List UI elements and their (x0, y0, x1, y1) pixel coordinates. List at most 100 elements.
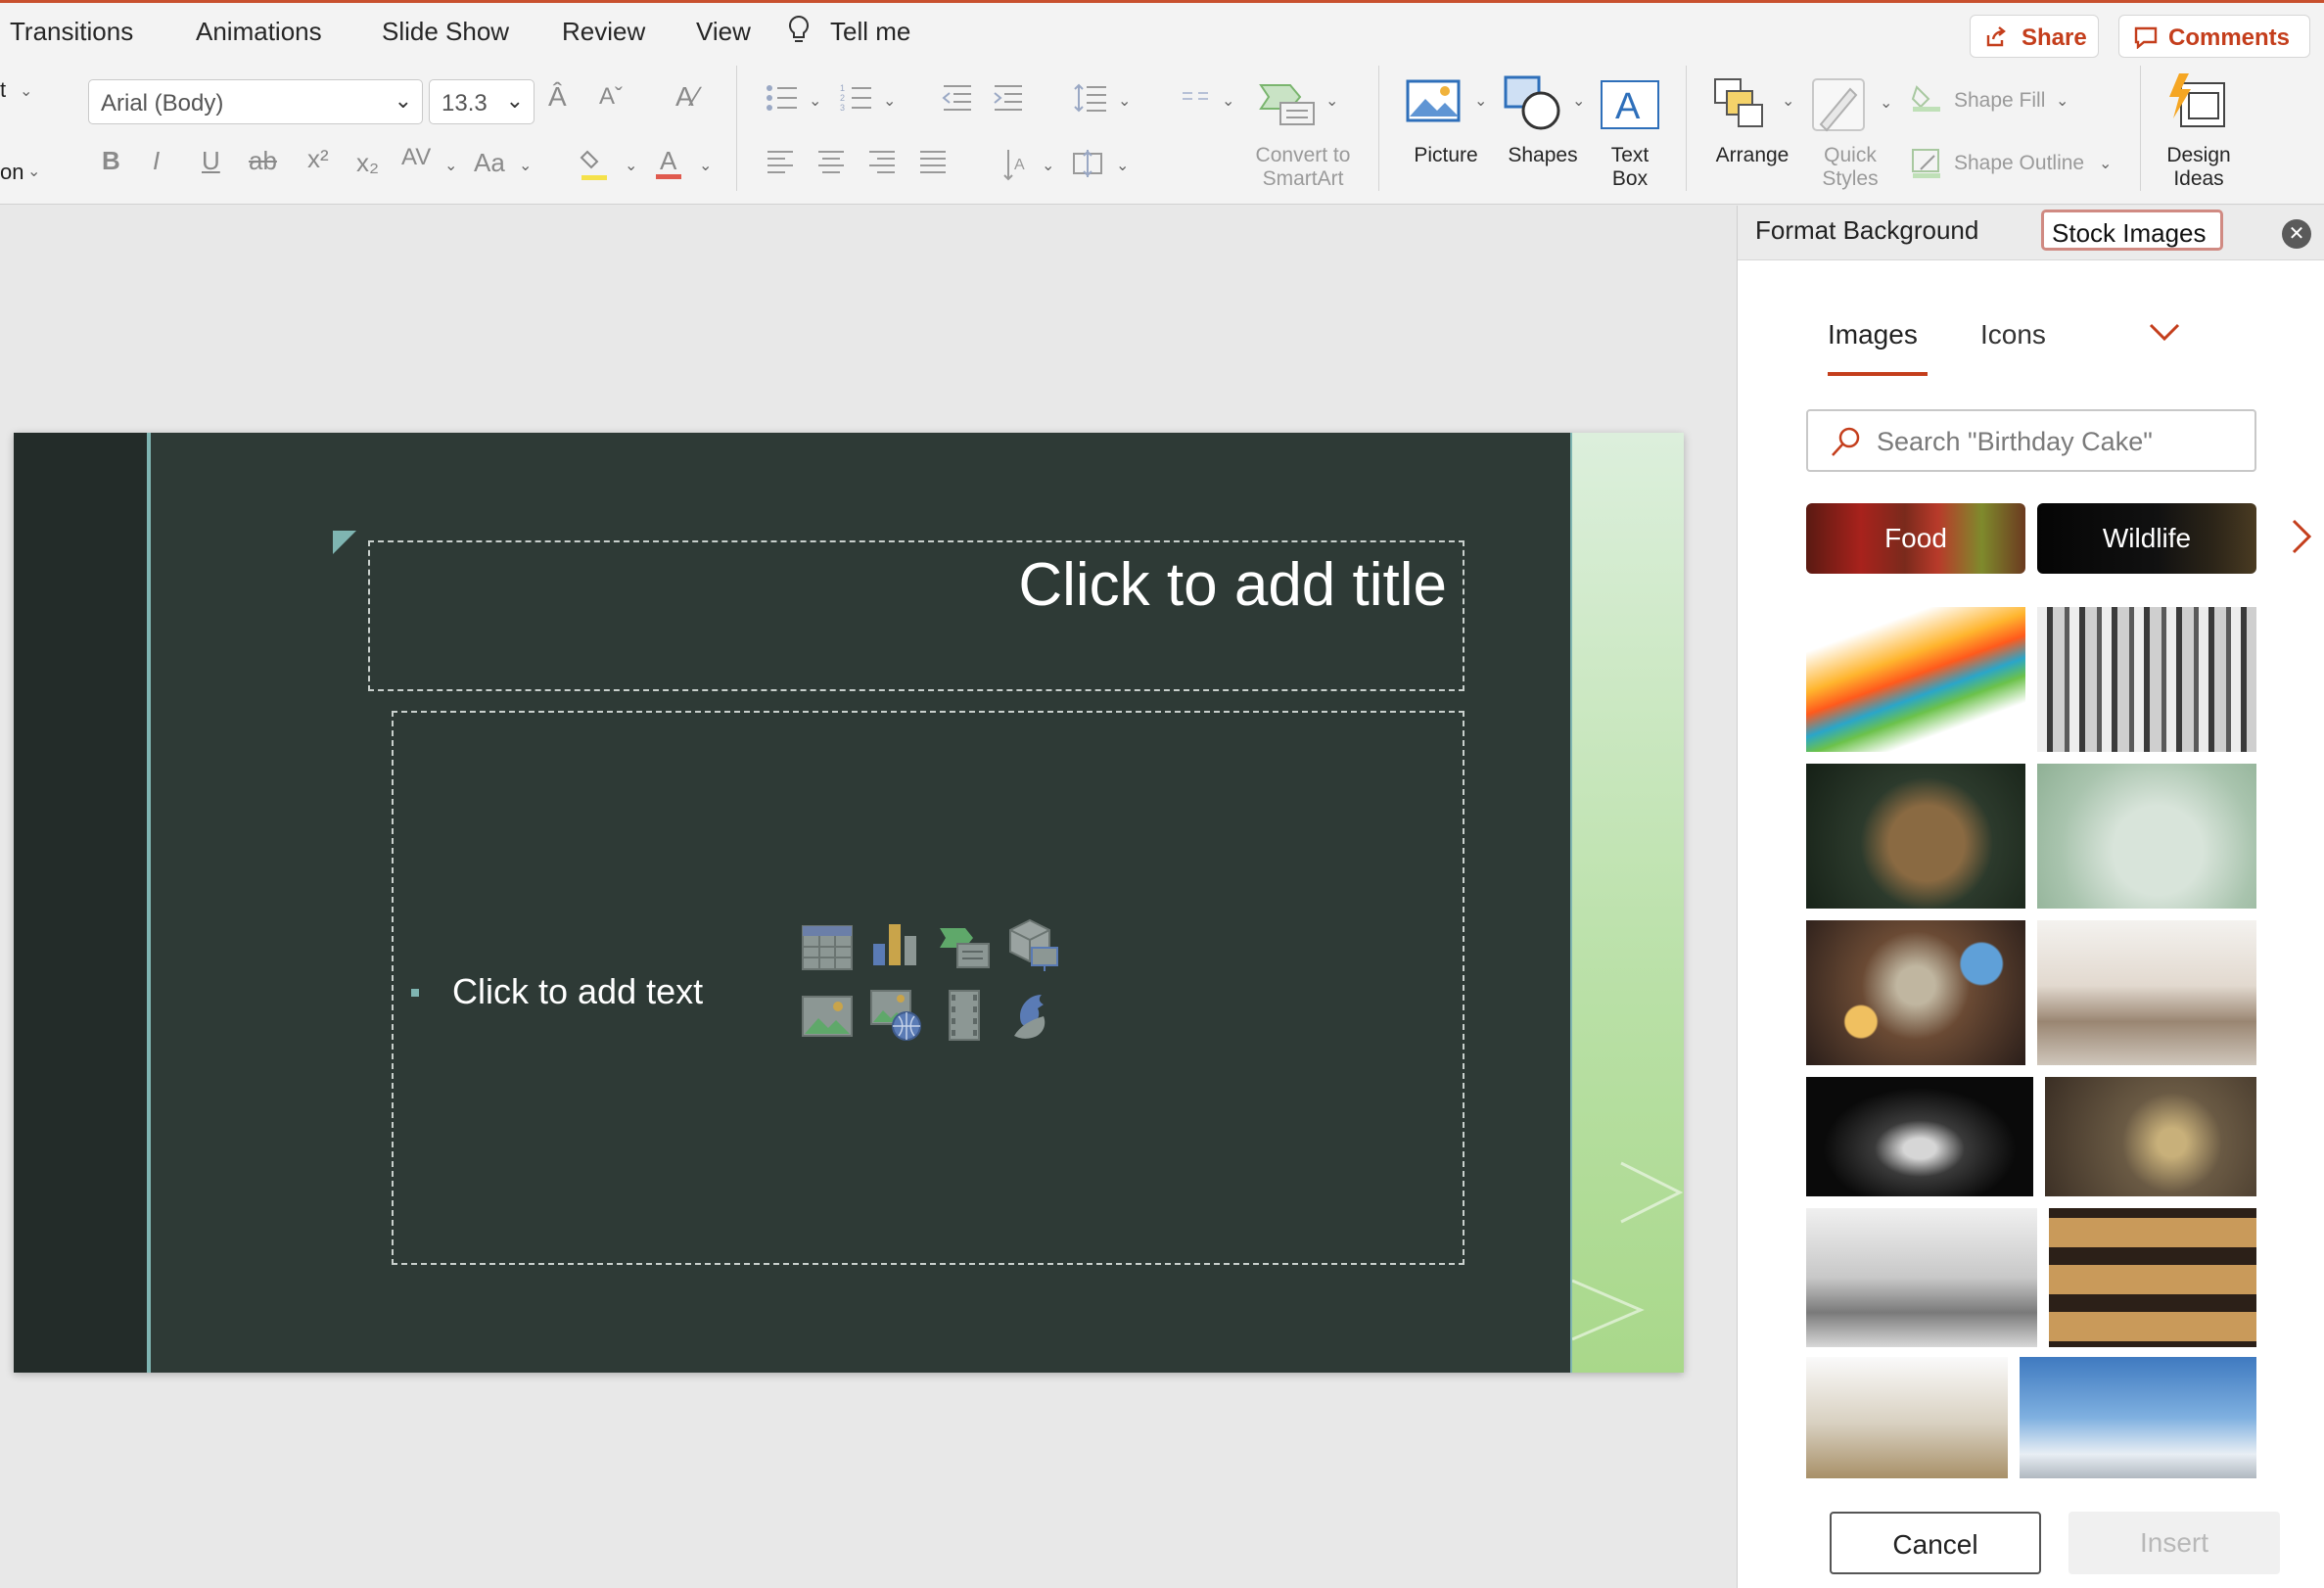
stock-search-field[interactable]: Search "Birthday Cake" (1806, 409, 2256, 472)
insert-button[interactable]: Insert (2068, 1512, 2280, 1574)
shape-fill-icon[interactable] (1911, 83, 1942, 113)
highlight-icon[interactable] (580, 148, 609, 181)
change-case-icon[interactable]: Aa (474, 148, 505, 178)
tab-animations[interactable]: Animations (196, 17, 322, 47)
shape-outline-label[interactable]: Shape Outline (1954, 152, 2084, 175)
stock-image-thumbnail[interactable] (1806, 1077, 2033, 1196)
stock-image-thumbnail[interactable] (1806, 1357, 2008, 1478)
subtab-icons[interactable]: Icons (1980, 319, 2046, 350)
stock-image-thumbnail[interactable] (2037, 607, 2256, 752)
stock-image-thumbnail[interactable] (2020, 1357, 2256, 1478)
tell-me-search[interactable]: Tell me (830, 17, 910, 47)
font-family-select[interactable]: Arial (Body) ⌄ (88, 79, 423, 124)
bold-icon[interactable]: B (102, 146, 120, 176)
category-chip-wildlife[interactable]: Wildlife (2037, 503, 2256, 574)
character-spacing-icon[interactable]: AV (401, 144, 431, 171)
stock-image-thumbnail[interactable] (1806, 607, 2025, 752)
chevron-down-icon: ⌄ (1222, 93, 1235, 110)
picture-icon[interactable] (1406, 77, 1461, 124)
shapes-icon[interactable] (1504, 75, 1562, 130)
text-box-label[interactable]: Text Box (1598, 144, 1662, 191)
insert-smartart-icon[interactable] (938, 924, 991, 971)
insert-3d-model-icon[interactable] (1006, 918, 1059, 973)
increase-indent-icon[interactable] (993, 83, 1024, 113)
align-center-icon[interactable] (816, 148, 846, 177)
font-size-select[interactable]: 13.3 ⌄ (429, 79, 535, 124)
align-left-icon[interactable] (766, 148, 795, 177)
chevron-down-icon: ⌄ (809, 93, 822, 110)
subscript-icon[interactable]: x₂ (356, 148, 379, 178)
shapes-label[interactable]: Shapes (1502, 144, 1584, 167)
design-ideas-label[interactable]: Design Ideas (2150, 144, 2248, 191)
italic-icon[interactable]: I (153, 146, 160, 176)
columns-icon[interactable] (1181, 87, 1210, 111)
tab-view[interactable]: View (696, 17, 751, 47)
decrease-indent-icon[interactable] (942, 83, 973, 113)
stock-image-thumbnail[interactable] (2037, 764, 2256, 909)
tab-slide-show[interactable]: Slide Show (382, 17, 509, 47)
tab-transitions[interactable]: Transitions (10, 17, 133, 47)
align-right-icon[interactable] (867, 148, 897, 177)
increase-font-size-icon[interactable]: Â (548, 81, 567, 113)
align-text-icon[interactable] (1071, 148, 1104, 179)
superscript-icon[interactable]: x² (307, 144, 329, 174)
chevron-down-icon: ⌄ (699, 158, 713, 174)
text-direction-icon[interactable]: A (1000, 148, 1030, 181)
insert-icons-icon[interactable] (1006, 987, 1059, 1042)
picture-label[interactable]: Picture (1400, 144, 1492, 167)
title-placeholder-text: Click to add title (1018, 551, 1447, 619)
slide-canvas[interactable]: Click to add title Click to add text (14, 433, 1684, 1373)
category-chip-label: Food (1884, 523, 1947, 553)
smartart-icon[interactable] (1259, 81, 1318, 128)
stock-image-thumbnail[interactable] (1806, 764, 2025, 909)
insert-chart-icon[interactable] (869, 920, 922, 967)
insert-label: Insert (2139, 1527, 2209, 1558)
stock-image-thumbnail[interactable] (2045, 1077, 2256, 1196)
underline-icon[interactable]: U (202, 146, 220, 176)
share-button[interactable]: Share (1970, 15, 2099, 58)
insert-table-icon[interactable] (801, 924, 854, 971)
stock-image-thumbnail[interactable] (1806, 1208, 2037, 1347)
insert-picture-icon[interactable] (801, 993, 854, 1040)
chevron-down-icon: ⌄ (883, 93, 897, 110)
slide-right-band (1572, 433, 1684, 1373)
chevron-right-icon[interactable] (2288, 517, 2315, 556)
stock-image-thumbnail[interactable] (2037, 920, 2256, 1065)
line-spacing-icon[interactable] (1073, 83, 1108, 113)
category-chip-food[interactable]: Food (1806, 503, 2025, 574)
cancel-button[interactable]: Cancel (1830, 1512, 2041, 1574)
title-placeholder[interactable]: Click to add title (368, 540, 1464, 691)
insert-online-picture-icon[interactable] (869, 987, 922, 1042)
tab-stock-images[interactable]: Stock Images (2041, 210, 2223, 251)
clear-formatting-icon[interactable]: A∕ (675, 81, 698, 113)
text-box-icon[interactable]: A (1600, 79, 1660, 130)
subtab-images[interactable]: Images (1828, 319, 1918, 350)
insert-video-icon[interactable] (938, 989, 991, 1042)
convert-smartart-label[interactable]: Convert to SmartArt (1239, 144, 1367, 191)
arrange-icon[interactable] (1711, 75, 1766, 132)
content-placeholder[interactable]: Click to add text (392, 711, 1464, 1265)
layout-dropdown[interactable]: t (0, 77, 6, 103)
bullets-icon[interactable] (766, 83, 799, 113)
cancel-label: Cancel (1892, 1529, 1978, 1560)
tab-review[interactable]: Review (562, 17, 645, 47)
justify-icon[interactable] (918, 148, 948, 177)
shape-outline-icon[interactable] (1911, 148, 1942, 179)
close-icon[interactable]: ✕ (2282, 219, 2311, 249)
font-color-icon[interactable]: A (654, 146, 683, 181)
section-dropdown[interactable]: on (0, 160, 23, 185)
comments-button[interactable]: Comments (2118, 15, 2310, 58)
strikethrough-icon[interactable]: ab (249, 146, 277, 176)
design-ideas-icon[interactable] (2165, 71, 2228, 132)
quick-styles-icon[interactable] (1811, 77, 1868, 134)
subtab-active-indicator (1828, 372, 1928, 376)
stock-image-thumbnail[interactable] (1806, 920, 2025, 1065)
stock-image-thumbnail[interactable] (2049, 1208, 2256, 1347)
quick-styles-label[interactable]: Quick Styles (1805, 144, 1895, 191)
chevron-down-icon[interactable] (2147, 313, 2182, 349)
decrease-font-size-icon[interactable]: Aˇ (599, 83, 623, 111)
numbering-icon[interactable]: 123 (840, 83, 873, 113)
tab-format-background[interactable]: Format Background (1755, 215, 1978, 246)
shape-fill-label[interactable]: Shape Fill (1954, 89, 2045, 113)
arrange-label[interactable]: Arrange (1705, 144, 1799, 167)
